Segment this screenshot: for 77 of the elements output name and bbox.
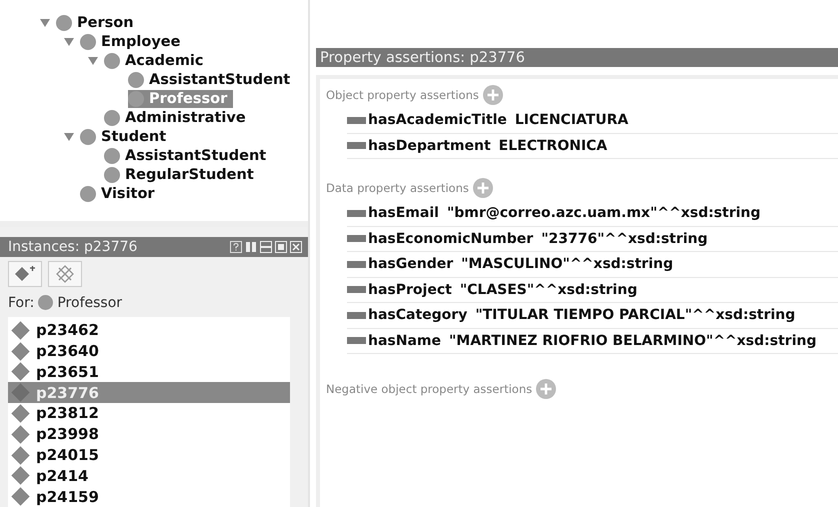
instance-item[interactable]: p23812 — [8, 403, 290, 424]
property-name: hasCategory — [368, 307, 468, 324]
tree-item[interactable]: Student — [80, 128, 172, 146]
tree-item[interactable]: Professor — [128, 90, 234, 108]
property-name: hasAcademicTitle — [368, 112, 507, 128]
property-name: hasDepartment — [368, 138, 491, 154]
split-icon[interactable] — [245, 240, 257, 253]
class-icon — [80, 34, 96, 50]
property-icon — [347, 142, 366, 150]
individual-icon — [11, 383, 30, 402]
instance-item[interactable]: p2414 — [8, 465, 290, 486]
property-name: hasName — [368, 332, 441, 349]
tree-item[interactable]: Person — [56, 14, 140, 32]
delete-individual-button[interactable] — [48, 260, 82, 287]
property-name: hasEconomicNumber — [368, 230, 534, 247]
class-icon — [80, 186, 96, 202]
class-icon — [104, 52, 120, 68]
property-value: "TITULAR TIEMPO PARCIAL"^^xsd:string — [475, 307, 796, 324]
diamond-plus-icon — [14, 266, 36, 282]
property-value: "bmr@correo.azc.uam.mx"^^xsd:string — [446, 205, 761, 222]
tree-item[interactable]: Academic — [104, 52, 210, 70]
for-class-label: Professor — [57, 294, 122, 311]
property-name: hasProject — [368, 282, 452, 298]
expand-toggle-icon[interactable] — [40, 18, 50, 26]
tree-item[interactable]: AssistantStudent — [104, 146, 272, 164]
section-heading: Data property assertions — [326, 181, 469, 195]
class-icon — [80, 128, 96, 144]
tree-item[interactable]: Administrative — [104, 108, 252, 126]
close-icon[interactable] — [290, 240, 302, 253]
instance-item[interactable]: p23998 — [8, 424, 290, 445]
help-icon[interactable] — [230, 240, 242, 253]
instance-item[interactable]: p23651 — [8, 361, 290, 382]
class-icon — [104, 166, 120, 182]
property-icon — [347, 286, 366, 294]
class-icon — [128, 72, 144, 88]
crossed-diamond-icon — [55, 264, 75, 284]
panel-title: Property assertions: p23776 — [320, 50, 526, 66]
panel-title: Instances: p23776 — [8, 238, 138, 255]
class-icon — [56, 14, 72, 30]
property-name: hasEmail — [368, 205, 439, 222]
section-heading: Negative object property assertions — [326, 382, 532, 396]
minimize-icon[interactable] — [260, 240, 272, 253]
expand-toggle-icon[interactable] — [64, 38, 74, 46]
maximize-icon[interactable] — [275, 240, 287, 253]
add-individual-button[interactable] — [8, 260, 42, 287]
property-icon — [347, 260, 366, 268]
class-icon — [104, 148, 120, 164]
class-icon — [38, 295, 54, 310]
property-value: "MASCULINO"^^xsd:string — [461, 256, 674, 272]
for-label: For: — [8, 294, 34, 311]
add-icon[interactable] — [482, 85, 503, 105]
add-icon[interactable] — [472, 178, 493, 198]
property-value: "23776"^^xsd:string — [541, 230, 708, 247]
instance-item[interactable]: p24159 — [8, 486, 290, 507]
section-heading: Object property assertions — [326, 88, 479, 102]
property-icon — [347, 337, 366, 344]
tree-item[interactable]: RegularStudent — [104, 166, 260, 184]
instance-item[interactable]: p23462 — [8, 320, 290, 341]
property-value: LICENCIATURA — [514, 112, 628, 128]
property-icon — [347, 116, 366, 124]
class-icon — [128, 90, 144, 106]
tree-item[interactable]: AssistantStudent — [128, 70, 296, 88]
property-value: "CLASES"^^xsd:string — [460, 282, 638, 298]
instance-item[interactable]: p23640 — [8, 340, 290, 362]
property-icon — [347, 312, 366, 319]
expand-toggle-icon[interactable] — [64, 132, 74, 140]
property-icon — [347, 235, 366, 242]
property-name: hasGender — [368, 256, 454, 272]
property-value: "MARTINEZ RIOFRIO BELARMINO"^^xsd:string — [449, 332, 816, 349]
property-value: ELECTRONICA — [498, 138, 608, 154]
tree-item[interactable]: Visitor — [80, 184, 161, 202]
expand-toggle-icon[interactable] — [88, 56, 98, 64]
add-icon[interactable] — [536, 379, 556, 399]
property-icon — [347, 210, 366, 217]
tree-item[interactable]: Employee — [80, 32, 186, 50]
instance-item[interactable]: p24015 — [8, 444, 290, 466]
class-icon — [104, 110, 120, 126]
